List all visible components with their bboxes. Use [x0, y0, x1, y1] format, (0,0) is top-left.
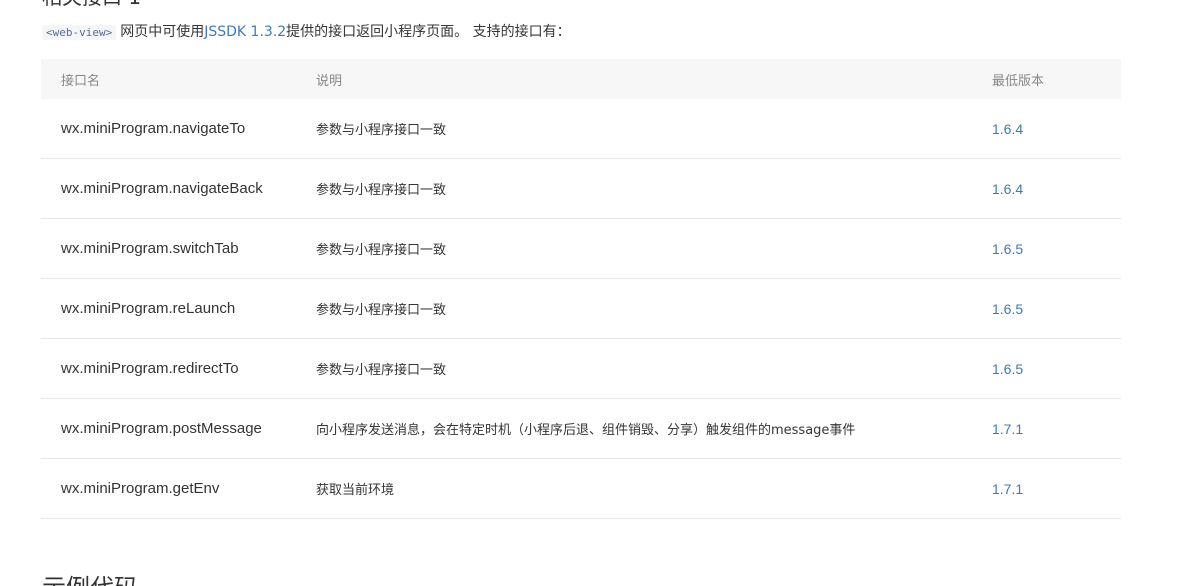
version-link[interactable]: 1.7.1 [972, 398, 1121, 459]
table-row: wx.miniProgram.navigateBack 参数与小程序接口一致 1… [41, 158, 1121, 219]
table-header-row: 接口名 说明 最低版本 [41, 59, 1121, 99]
version-link[interactable]: 1.6.4 [972, 99, 1121, 159]
description-cell: 参数与小程序接口一致 [296, 338, 972, 399]
version-link[interactable]: 1.6.4 [972, 158, 1121, 219]
version-link[interactable]: 1.6.5 [972, 218, 1121, 279]
section-heading-top: 相关接口 1 [42, 0, 141, 8]
table-row: wx.miniProgram.postMessage 向小程序发送消息，会在特定… [41, 398, 1121, 459]
header-api-name: 接口名 [41, 59, 296, 99]
api-name-cell: wx.miniProgram.reLaunch [41, 278, 296, 339]
intro-text-after: 提供的接口返回小程序页面。 支持的接口有： [286, 24, 571, 40]
doc-page: 相关接口 1 <web-view>网页中可使用JSSDK 1.3.2提供的接口返… [0, 0, 1181, 586]
description-cell: 参数与小程序接口一致 [296, 218, 972, 279]
table-row: wx.miniProgram.switchTab 参数与小程序接口一致 1.6.… [41, 218, 1121, 279]
table-row: wx.miniProgram.navigateTo 参数与小程序接口一致 1.6… [41, 99, 1121, 159]
api-name-cell: wx.miniProgram.getEnv [41, 458, 296, 519]
table-row: wx.miniProgram.reLaunch 参数与小程序接口一致 1.6.5 [41, 278, 1121, 339]
api-name-cell: wx.miniProgram.redirectTo [41, 338, 296, 399]
header-min-version: 最低版本 [972, 59, 1121, 99]
description-cell: 参数与小程序接口一致 [296, 278, 972, 339]
section-heading-example-code: 示例代码 [42, 574, 138, 586]
table-row: wx.miniProgram.redirectTo 参数与小程序接口一致 1.6… [41, 338, 1121, 399]
version-link[interactable]: 1.7.1 [972, 458, 1121, 519]
table-row: wx.miniProgram.getEnv 获取当前环境 1.7.1 [41, 458, 1121, 519]
api-name-cell: wx.miniProgram.switchTab [41, 218, 296, 279]
intro-paragraph: <web-view> 网页中可使用JSSDK 1.3.2提供的接口返回小程序页面。… [42, 22, 571, 43]
jssdk-link[interactable]: JSSDK 1.3.2 [204, 24, 286, 40]
api-name-cell: wx.miniProgram.postMessage [41, 398, 296, 459]
description-cell: 参数与小程序接口一致 [296, 99, 972, 159]
description-cell: 向小程序发送消息，会在特定时机（小程序后退、组件销毁、分享）触发组件的messa… [296, 398, 972, 459]
api-name-cell: wx.miniProgram.navigateBack [41, 158, 296, 219]
description-cell: 参数与小程序接口一致 [296, 158, 972, 219]
intro-text-before: 网页中可使用 [120, 24, 205, 40]
api-table: 接口名 说明 最低版本 wx.miniProgram.navigateTo 参数… [41, 59, 1121, 519]
header-description: 说明 [296, 59, 972, 99]
web-view-code: <web-view> [42, 25, 117, 40]
api-name-cell: wx.miniProgram.navigateTo [41, 99, 296, 159]
description-cell: 获取当前环境 [296, 458, 972, 519]
version-link[interactable]: 1.6.5 [972, 278, 1121, 339]
version-link[interactable]: 1.6.5 [972, 338, 1121, 399]
